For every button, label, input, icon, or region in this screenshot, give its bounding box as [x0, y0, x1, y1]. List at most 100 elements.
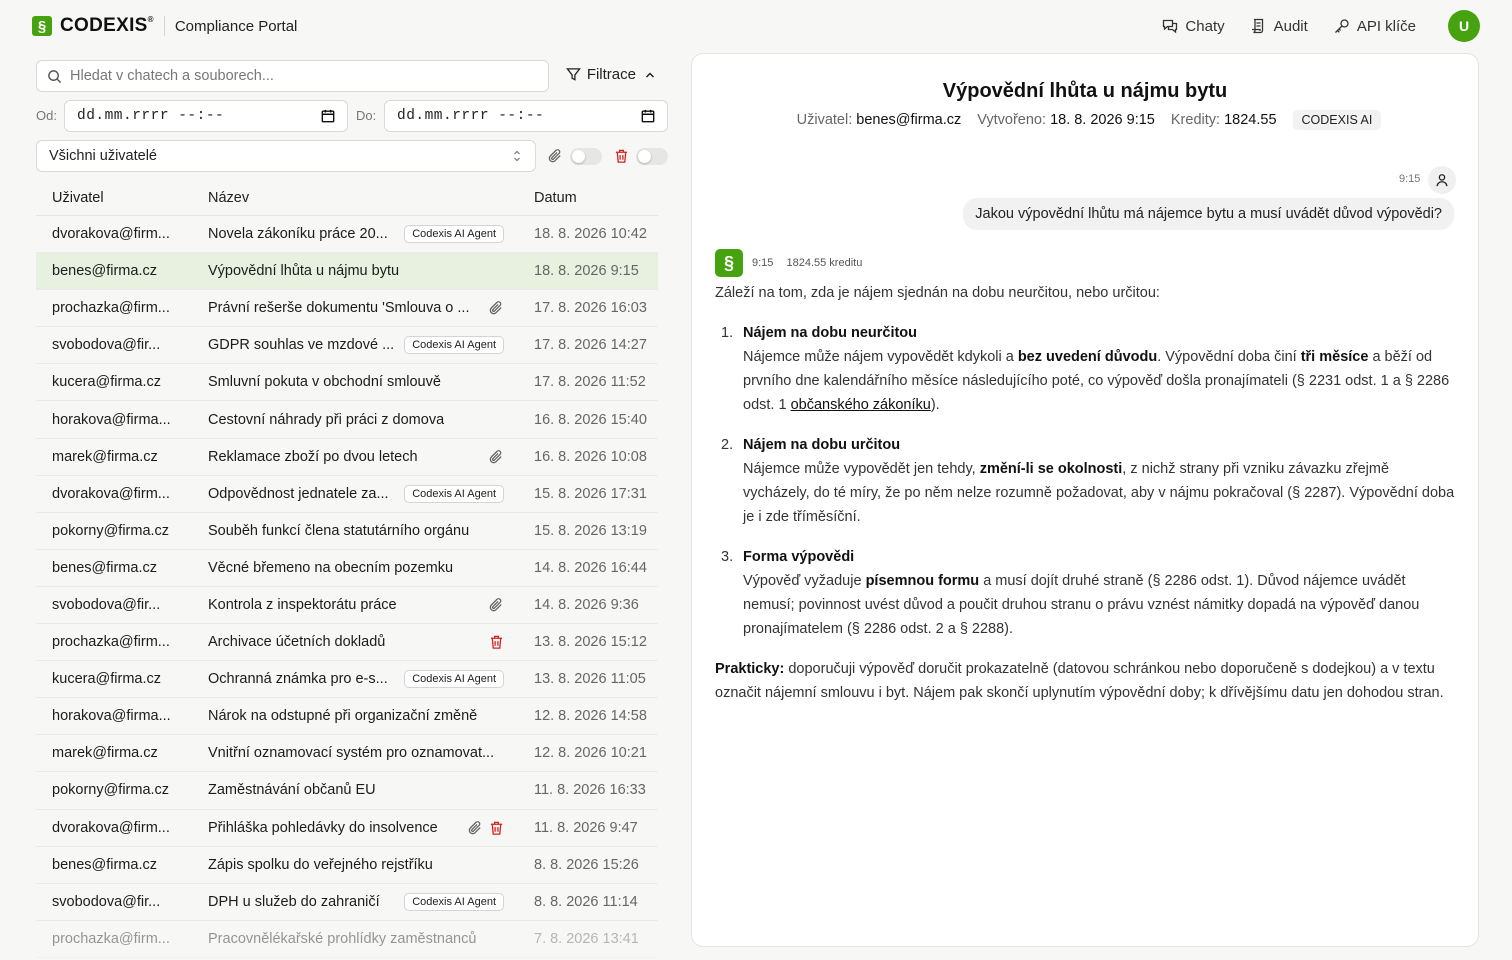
row-name-cell: Vnitřní oznamovací systém pro oznamovat.…	[192, 745, 518, 761]
user-message-avatar	[1428, 166, 1456, 194]
table-row[interactable]: marek@firma.cz Vnitřní oznamovací systém …	[36, 735, 658, 773]
row-name: Novela zákoníku práce 20...	[208, 226, 388, 243]
user-message-time: 9:15	[1399, 173, 1421, 185]
row-name-cell: Ochranná známka pro e-s... Codexis AI Age…	[192, 670, 518, 689]
col-date-header[interactable]: Datum	[518, 190, 658, 206]
table-row[interactable]: dvorakova@firm... Novela zákoníku práce 2…	[36, 216, 658, 254]
assistant-time: 9:15	[752, 257, 774, 269]
trash-icon	[490, 635, 503, 649]
row-name: Vnitřní oznamovací systém pro oznamovat.…	[208, 745, 495, 762]
row-user: svobodova@fir...	[52, 893, 161, 910]
row-name: Zaměstnávání občanů EU	[208, 782, 376, 799]
row-name: Pracovnělékařské prohlídky zaměstnanců	[208, 930, 477, 947]
row-name: Smluvní pokuta v obchodní smlouvě	[208, 374, 441, 391]
row-user: svobodova@fir...	[52, 596, 161, 613]
row-icons	[483, 300, 504, 316]
row-date: 13. 8. 2026 15:12	[534, 634, 647, 651]
row-date: 17. 8. 2026 16:03	[534, 300, 647, 317]
agent-badge: Codexis AI Agent	[404, 225, 504, 244]
user-avatar[interactable]: U	[1448, 10, 1480, 42]
row-name-cell: Výpovědní lhůta u nájmu bytu	[192, 263, 518, 279]
nav-audit[interactable]: Audit	[1251, 18, 1308, 35]
row-name-cell: Souběh funkcí člena statutárního orgánu	[192, 523, 518, 539]
row-user: marek@firma.cz	[52, 745, 158, 762]
chat-detail-panel: Výpovědní lhůta u nájmu bytu Uživatel: b…	[691, 53, 1479, 947]
row-user: kucera@firma.cz	[52, 374, 161, 391]
portal-name: Compliance Portal	[174, 17, 298, 35]
row-date: 15. 8. 2026 13:19	[534, 522, 647, 539]
row-date: 14. 8. 2026 9:36	[534, 596, 639, 613]
table-row[interactable]: svobodova@fir... DPH u služeb do zahranič…	[36, 884, 658, 921]
table-row[interactable]: benes@firma.cz Věcné břemeno na obecním p…	[36, 550, 658, 587]
trash-icon	[490, 821, 503, 835]
attachments-toggle[interactable]	[570, 148, 602, 165]
row-user: pokorny@firma.cz	[52, 782, 170, 799]
table-row[interactable]: benes@firma.cz Výpovědní lhůta u nájmu by…	[36, 253, 658, 291]
filter-toggle-button[interactable]: Filtrace	[565, 66, 658, 83]
law-link[interactable]: občanského zákoníku	[791, 397, 931, 413]
answer-practical: Prakticky: doporučuji výpověď doručit pr…	[715, 661, 1444, 701]
table-row[interactable]: kucera@firma.cz Smluvní pokuta v obchodní…	[36, 364, 658, 402]
deleted-toggle[interactable]	[636, 148, 668, 165]
nav-chats[interactable]: Chaty	[1162, 18, 1225, 35]
date-to-input[interactable]: dd.mm.rrrr --:--	[384, 100, 668, 132]
table-header: Uživatel Název Datum	[36, 180, 658, 216]
table-row[interactable]: svobodova@fir... GDPR souhlas ve mzdové .…	[36, 327, 658, 365]
col-name-header[interactable]: Název	[192, 190, 518, 206]
assistant-meta: 9:15 1824.55 kreditu	[752, 257, 872, 269]
row-icons	[462, 820, 504, 836]
table-row[interactable]: pokorny@firma.cz Souběh funkcí člena stat…	[36, 513, 658, 550]
assistant-logo-icon: §	[715, 249, 743, 277]
row-date: 15. 8. 2026 17:31	[534, 485, 647, 502]
row-name: GDPR souhlas ve mzdové ...	[208, 337, 395, 354]
nav-api-keys[interactable]: API klíče	[1334, 18, 1416, 35]
row-user: svobodova@fir...	[52, 337, 161, 354]
table-row[interactable]: prochazka@firm... Archivace účetních dokl…	[36, 624, 658, 662]
row-user: dvorakova@firm...	[52, 226, 170, 243]
row-user: pokorny@firma.cz	[52, 522, 170, 539]
codexis-logo[interactable]: § CODEXIS®	[32, 15, 154, 37]
row-date: 11. 8. 2026 16:33	[534, 782, 646, 799]
row-date: 18. 8. 2026 10:42	[534, 226, 647, 243]
table-row[interactable]: marek@firma.cz Reklamace zboží po dvou le…	[36, 439, 658, 476]
table-row[interactable]: horakova@firma... Cestovní náhrady při pr…	[36, 401, 658, 439]
user-filter-row: Všichni uživatelé	[36, 140, 668, 172]
user-select[interactable]: Všichni uživatelé	[36, 140, 536, 172]
table-row[interactable]: kucera@firma.cz Ochranná známka pro e-s..…	[36, 661, 658, 699]
table-row[interactable]: prochazka@firm... Pracovnělékařské prohlí…	[36, 921, 658, 958]
row-user: benes@firma.cz	[52, 263, 157, 280]
table-row[interactable]: prochazka@firm... Právní rešerše dokument…	[36, 290, 658, 328]
calendar-icon[interactable]	[641, 109, 655, 123]
attachment-icon	[489, 301, 502, 315]
row-user: prochazka@firm...	[52, 930, 170, 947]
table-row[interactable]: pokorny@firma.cz Zaměstnávání občanů EU 11…	[36, 772, 658, 810]
agent-badge: Codexis AI Agent	[404, 670, 504, 689]
calendar-icon[interactable]	[321, 109, 335, 123]
audit-icon	[1251, 18, 1263, 34]
table-row[interactable]: horakova@firma... Nárok na odstupné při o…	[36, 698, 658, 736]
agent-badge: Codexis AI Agent	[404, 336, 504, 355]
paragraph-logo-icon: §	[32, 16, 52, 36]
row-name: Odpovědnost jednatele za...	[208, 485, 389, 502]
search-input[interactable]	[70, 68, 530, 84]
table-row[interactable]: dvorakova@firm... Přihláška pohledávky do…	[36, 810, 658, 847]
table-row[interactable]: benes@firma.cz Zápis spolku do veřejného …	[36, 847, 658, 884]
answer-intro: Záleží na tom, zda je nájem sjednán na d…	[715, 285, 1160, 301]
row-user: prochazka@firm...	[52, 634, 170, 651]
row-name-cell: Zaměstnávání občanů EU	[192, 782, 518, 798]
assistant-answer: Záleží na tom, zda je nájem sjednán na d…	[715, 281, 1455, 721]
table-body: dvorakova@firm... Novela zákoníku práce 2…	[36, 216, 658, 958]
row-name: Přihláška pohledávky do insolvence	[208, 819, 438, 836]
row-name-cell: Cestovní náhrady při práci z domova	[192, 412, 518, 428]
row-date: 17. 8. 2026 14:27	[534, 337, 647, 354]
table-row[interactable]: dvorakova@firm... Odpovědnost jednatele z…	[36, 476, 658, 513]
table-row[interactable]: svobodova@fir... Kontrola z inspektorátu …	[36, 587, 658, 625]
row-date: 17. 8. 2026 11:52	[534, 374, 646, 391]
row-date: 8. 8. 2026 15:26	[534, 856, 639, 873]
meta-credits: Kredity: 1824.55	[1170, 112, 1277, 128]
header-divider	[163, 16, 165, 36]
row-user: marek@firma.cz	[52, 448, 158, 465]
date-from-input[interactable]: dd.mm.rrrr --:--	[64, 100, 348, 132]
col-user-header[interactable]: Uživatel	[36, 190, 192, 206]
row-user: benes@firma.cz	[52, 559, 157, 576]
